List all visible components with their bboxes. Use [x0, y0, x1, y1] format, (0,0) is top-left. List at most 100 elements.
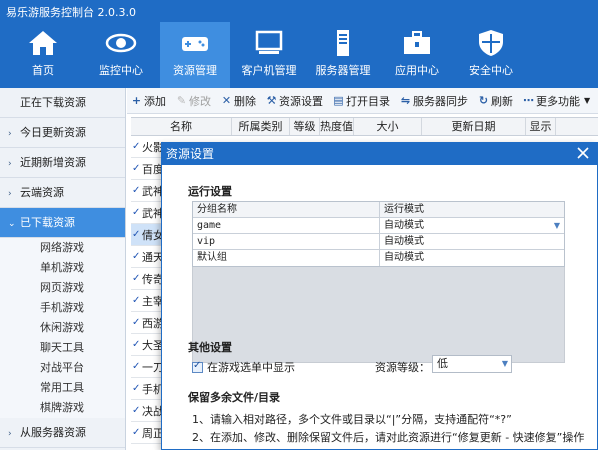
run-mode-select[interactable]: 自动模式 ▼	[380, 218, 564, 233]
sidebar-item-downloading[interactable]: 正在下载资源	[0, 88, 125, 118]
nav-label: 监控中心	[99, 64, 143, 77]
server-icon	[337, 30, 349, 56]
dialog-titlebar: 资源设置	[162, 143, 597, 165]
sidebar-item-recent[interactable]: › 近期新增资源	[0, 148, 125, 178]
hint-1: 1、请输入相对路径，多个文件或目录以“|”分隔，支持通配符“*?”	[192, 413, 512, 426]
sidebar: 正在下载资源 › 今日更新资源 › 近期新增资源 › 云端资源 ⌄ 已下载资源 网络游戏…	[0, 88, 126, 450]
delete-button[interactable]: ✕ 删除	[221, 93, 256, 109]
more-label: 更多功能	[536, 94, 580, 108]
toolbox-icon	[404, 31, 430, 54]
edit-label: 修改	[189, 94, 211, 108]
run-mode-value[interactable]: 自动模式	[380, 250, 564, 266]
hint-2: 2、在添加、修改、删除保留文件后，请对此资源进行“修复更新 - 快速修复”操作	[192, 431, 585, 444]
col-header-size[interactable]: 大小	[354, 118, 422, 135]
col-header-group: 分组名称	[193, 202, 380, 217]
level-select[interactable]: 低 ▼	[432, 355, 512, 373]
open-dir-button[interactable]: ▤ 打开目录	[333, 93, 390, 109]
nav-resource[interactable]: 资源管理	[160, 22, 230, 88]
sidebar-subitem[interactable]: 单机游戏	[0, 258, 125, 278]
nav-monitor[interactable]: 监控中心	[86, 22, 156, 88]
col-header-heat[interactable]: 热度值	[320, 118, 354, 135]
sidebar-subitem[interactable]: 常用工具	[0, 378, 125, 398]
refresh-label: 刷新	[491, 94, 513, 108]
col-header-level[interactable]: 等级	[290, 118, 320, 135]
sidebar-item-label: 云端资源	[20, 186, 64, 199]
more-button[interactable]: ⋯ 更多功能 ▼	[523, 93, 590, 109]
edit-button[interactable]: ✎ 修改	[176, 93, 211, 109]
plus-icon: +	[131, 94, 142, 107]
chevron-right-icon: ›	[8, 159, 12, 169]
nav-app[interactable]: 应用中心	[382, 22, 452, 88]
col-header-display[interactable]: 显示	[526, 118, 556, 135]
run-mode-table: 分组名称 运行模式 game 自动模式 ▼ vip 自动模式 默认组 自动模式	[192, 201, 565, 267]
nav-client[interactable]: 客户机管理	[234, 22, 304, 88]
run-mode-value[interactable]: 自动模式	[380, 234, 564, 249]
resource-settings-dialog: 资源设置 运行设置 分组名称 运行模式 game 自动模式 ▼ vip 自动模式 …	[161, 142, 598, 450]
nav-label: 安全中心	[469, 64, 513, 77]
show-in-menu-checkbox[interactable]	[192, 360, 203, 373]
shield-icon	[479, 30, 503, 56]
main-nav: 首页 监控中心 资源管理 客户机管理 服务器管理 应用中心 安全中心	[0, 22, 530, 88]
delete-label: 删除	[234, 94, 256, 108]
nav-home[interactable]: 首页	[0, 22, 86, 88]
resource-settings-button[interactable]: ⚒ 资源设置	[266, 93, 323, 109]
chevron-right-icon: ›	[8, 189, 12, 199]
check-icon: ✓	[132, 273, 141, 284]
dialog-title: 资源设置	[166, 147, 215, 161]
check-icon: ✓	[132, 229, 141, 240]
chevron-right-icon: ›	[8, 129, 12, 139]
more-icon: ⋯	[523, 94, 534, 107]
home-icon	[29, 31, 57, 55]
sidebar-item-from-server[interactable]: › 从服务器资源	[0, 418, 125, 448]
refresh-button[interactable]: ↻ 刷新	[478, 93, 513, 109]
monitor-icon	[255, 30, 283, 54]
col-header-name[interactable]: 名称	[131, 118, 232, 135]
close-icon[interactable]	[575, 145, 591, 161]
edit-icon: ✎	[176, 94, 187, 107]
check-icon: ✓	[132, 339, 141, 350]
sidebar-subitem[interactable]: 对战平台	[0, 358, 125, 378]
col-header-extra	[556, 118, 598, 135]
check-icon: ✓	[132, 383, 141, 394]
sync-label: 服务器同步	[413, 94, 468, 108]
sidebar-subitem[interactable]: 聊天工具	[0, 338, 125, 358]
server-sync-button[interactable]: ⇋ 服务器同步	[400, 93, 468, 109]
level-label: 资源等级：	[375, 361, 430, 374]
col-header-date[interactable]: 更新日期	[422, 118, 526, 135]
sidebar-item-label: 正在下载资源	[20, 96, 86, 109]
nav-label: 首页	[32, 64, 54, 77]
group-name: vip	[193, 234, 380, 249]
sidebar-item-cloud[interactable]: › 云端资源	[0, 178, 125, 208]
eye-icon	[105, 33, 137, 53]
col-header-category[interactable]: 所属类别	[232, 118, 290, 135]
sidebar-subitem[interactable]: 网络游戏	[0, 238, 125, 258]
folder-icon: ▤	[333, 94, 344, 107]
run-table-row[interactable]: game 自动模式 ▼	[193, 218, 564, 234]
sidebar-item-today[interactable]: › 今日更新资源	[0, 118, 125, 148]
nav-server[interactable]: 服务器管理	[308, 22, 378, 88]
show-in-menu-row[interactable]: 在游戏选单中显示	[192, 359, 295, 375]
sidebar-item-label: 今日更新资源	[20, 126, 86, 139]
group-name: 默认组	[193, 250, 380, 266]
sidebar-item-downloaded[interactable]: ⌄ 已下载资源	[0, 208, 125, 238]
chevron-right-icon: ›	[8, 429, 12, 439]
chevron-down-icon: ⌄	[8, 219, 16, 229]
refresh-icon: ↻	[478, 94, 489, 107]
caret-down-icon: ▼	[584, 96, 591, 105]
nav-security[interactable]: 安全中心	[456, 22, 526, 88]
add-label: 添加	[144, 94, 166, 108]
sidebar-subitem[interactable]: 手机游戏	[0, 298, 125, 318]
add-button[interactable]: + 添加	[131, 93, 166, 109]
sidebar-subitem[interactable]: 网页游戏	[0, 278, 125, 298]
keep-files-heading: 保留多余文件/目录	[188, 391, 281, 404]
app-title: 易乐游服务控制台 2.0.3.0	[6, 6, 136, 19]
sidebar-item-label: 从服务器资源	[20, 426, 86, 439]
sidebar-subitem[interactable]: 休闲游戏	[0, 318, 125, 338]
close-icon: ✕	[221, 94, 232, 107]
check-icon: ✓	[132, 185, 141, 196]
group-name: game	[193, 218, 380, 233]
sidebar-subitem[interactable]: 棋牌游戏	[0, 398, 125, 418]
check-icon: ✓	[132, 207, 141, 218]
run-table-row[interactable]: 默认组 自动模式	[193, 250, 564, 266]
run-table-row[interactable]: vip 自动模式	[193, 234, 564, 250]
